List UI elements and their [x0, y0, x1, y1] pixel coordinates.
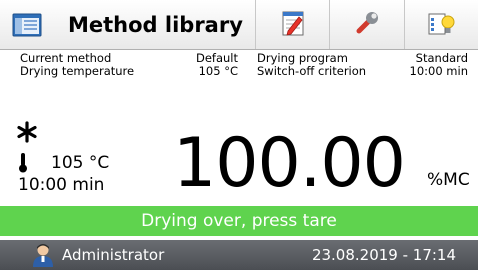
status-message: Drying over, press tare: [141, 211, 337, 231]
result-unit: %MC: [427, 170, 470, 190]
status-message-bar[interactable]: Drying over, press tare: [0, 206, 478, 236]
current-temperature: 105 °C: [51, 153, 110, 173]
settings-bulb-icon: [426, 9, 456, 41]
setup-button[interactable]: [330, 0, 405, 49]
drying-temperature-label: Drying temperature: [20, 64, 135, 78]
edit-notepad-icon: [279, 9, 307, 41]
logged-in-user[interactable]: Administrator: [62, 246, 164, 264]
result-value: 100.00: [173, 124, 406, 203]
toolbar: Method library: [0, 0, 478, 50]
date-time: 23.08.2019 - 17:14: [311, 246, 456, 264]
switch-off-criterion-value: 10:00 min: [409, 64, 468, 78]
method-library-icon: [12, 12, 42, 38]
edit-method-button[interactable]: [256, 0, 331, 49]
balance-screen: Method library Current method Default Dr…: [0, 0, 478, 270]
info-button[interactable]: [405, 0, 478, 49]
wrench-icon: [353, 9, 381, 41]
toolbar-title: Method library: [68, 12, 243, 37]
drying-temperature-value: 105 °C: [198, 64, 238, 78]
method-library-button[interactable]: Method library: [0, 0, 256, 49]
drying-time: 10:00 min: [18, 175, 105, 195]
thermometer-icon: [18, 153, 28, 173]
switch-off-criterion-label: Switch-off criterion: [257, 64, 367, 78]
stability-asterisk-icon: [16, 121, 38, 143]
footer-bar: Administrator 23.08.2019 - 17:14: [0, 240, 478, 270]
method-info-panel: Current method Default Drying program St…: [0, 52, 478, 92]
user-icon[interactable]: [32, 243, 54, 267]
